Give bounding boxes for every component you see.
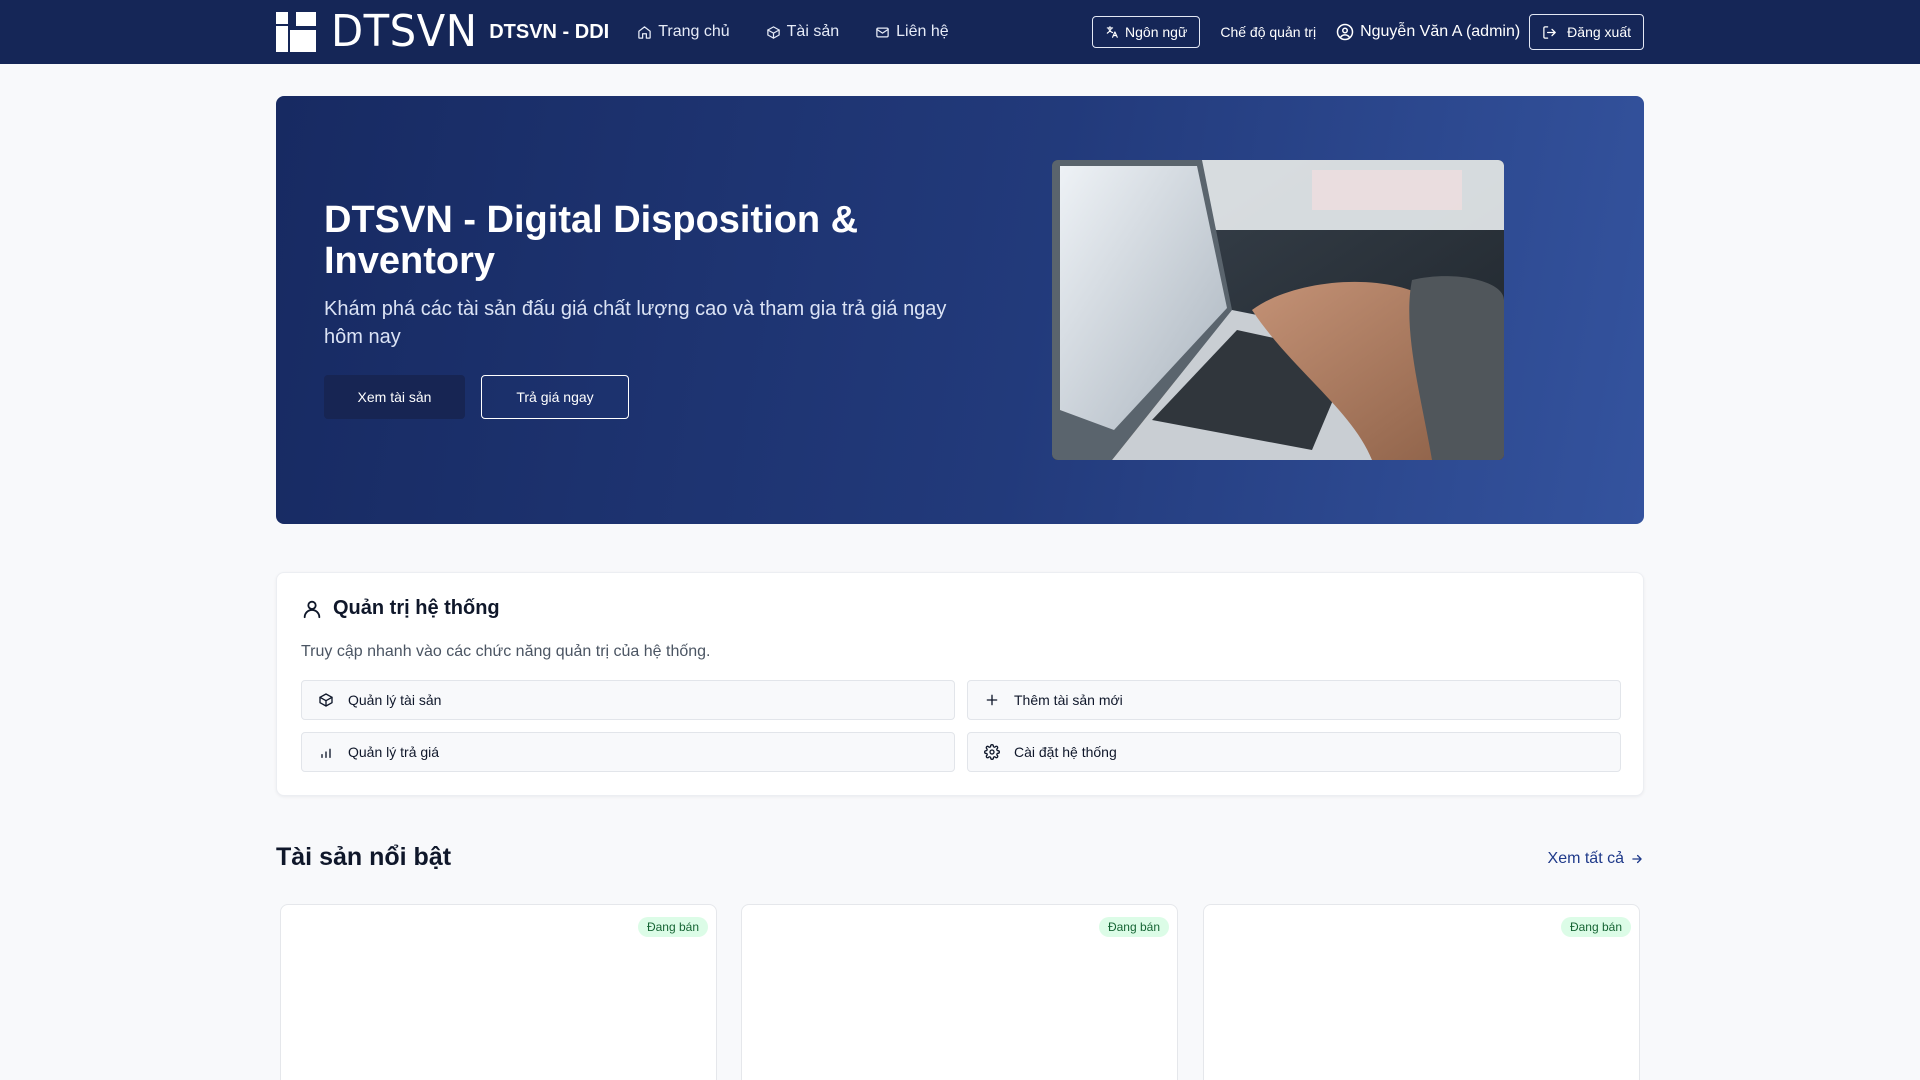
view-assets-button[interactable]: Xem tài sản <box>324 375 465 419</box>
bar-chart-icon <box>321 748 331 758</box>
manage-assets-button[interactable]: Quản lý tài sản <box>301 680 955 720</box>
admin-action-label: Quản lý tài sản <box>348 692 442 708</box>
logo-link[interactable]: DTSVN DTSVN - DDI <box>276 10 609 54</box>
navbar-right: Ngôn ngữ Chế độ quản trị Nguyễn Văn A (a… <box>1092 14 1644 50</box>
nav-link-label: Tài sản <box>786 23 840 40</box>
status-badge: Đang bán <box>637 917 708 937</box>
hero-subtitle: Khám phá các tài sản đấu giá chất lượng … <box>324 298 947 348</box>
admin-panel-header: Quản trị hệ thống <box>301 597 500 620</box>
system-settings-button[interactable]: Cài đặt hệ thống <box>967 732 1621 772</box>
logo-icon <box>276 12 316 52</box>
nav-link-contact[interactable]: Liên hệ <box>875 23 949 41</box>
nav-link-label: Liên hệ <box>896 23 949 40</box>
featured-asset-card[interactable]: Đang bán <box>1203 904 1640 1080</box>
arrow-right-icon <box>1632 854 1642 864</box>
user-icon <box>303 600 321 618</box>
translate-icon <box>1106 26 1118 38</box>
admin-panel-description: Truy cập nhanh vào các chức năng quản tr… <box>301 643 711 660</box>
navbar-inner: DTSVN DTSVN - DDI Trang chủ Tài sản Liên… <box>276 0 1644 64</box>
user-menu[interactable]: Nguyễn Văn A (admin) <box>1336 23 1520 41</box>
admin-panel-card: Quản trị hệ thống Truy cập nhanh vào các… <box>276 572 1644 796</box>
featured-asset-card[interactable]: Đang bán <box>280 904 717 1080</box>
hero-title: DTSVN - Digital Disposition & Inventory <box>324 199 859 282</box>
user-circle-icon <box>1336 23 1354 41</box>
language-label: Ngôn ngữ <box>1125 24 1188 40</box>
logout-button[interactable]: Đăng xuất <box>1529 14 1644 50</box>
brand-name: DTSVN - DDI <box>489 20 610 43</box>
main-nav: Trang chủ Tài sản Liên hệ <box>637 23 949 41</box>
see-all-link[interactable]: Xem tất cả <box>1548 850 1644 868</box>
bid-now-button[interactable]: Trả giá ngay <box>481 375 629 419</box>
hero-image-laptop <box>1052 160 1504 460</box>
laptop-illustration <box>1052 160 1504 460</box>
user-name: Nguyễn Văn A (admin) <box>1360 23 1521 40</box>
featured-section-title: Tài sản nổi bật <box>276 843 452 871</box>
nav-link-label: Trang chủ <box>658 23 730 40</box>
status-badge: Đang bán <box>1560 917 1631 937</box>
status-badge: Đang bán <box>1098 917 1169 937</box>
add-asset-button[interactable]: Thêm tài sản mới <box>967 680 1621 720</box>
box-icon <box>319 693 333 707</box>
nav-link-assets[interactable]: Tài sản <box>766 23 839 41</box>
plus-icon <box>986 694 998 706</box>
top-navbar: DTSVN DTSVN - DDI Trang chủ Tài sản Liên… <box>0 0 1920 64</box>
admin-action-label: Thêm tài sản mới <box>1014 692 1123 708</box>
logout-label: Đăng xuất <box>1567 24 1631 40</box>
mail-icon <box>876 27 889 37</box>
gear-icon <box>984 744 1000 760</box>
box-icon <box>766 25 780 39</box>
manage-bids-button[interactable]: Quản lý trả giá <box>301 732 955 772</box>
admin-mode-label[interactable]: Chế độ quản trị <box>1220 24 1316 40</box>
admin-action-label: Quản lý trả giá <box>348 744 440 760</box>
admin-panel-title: Quản trị hệ thống <box>333 597 500 619</box>
logo-text: DTSVN <box>331 6 478 57</box>
featured-asset-card[interactable]: Đang bán <box>741 904 1178 1080</box>
language-button[interactable]: Ngôn ngữ <box>1092 16 1201 48</box>
hero-banner: DTSVN - Digital Disposition & Inventory … <box>276 96 1644 524</box>
admin-action-label: Cài đặt hệ thống <box>1014 744 1117 760</box>
see-all-label: Xem tất cả <box>1547 850 1624 867</box>
logout-icon <box>1543 25 1556 39</box>
home-icon <box>638 25 651 39</box>
nav-link-home[interactable]: Trang chủ <box>637 23 730 41</box>
